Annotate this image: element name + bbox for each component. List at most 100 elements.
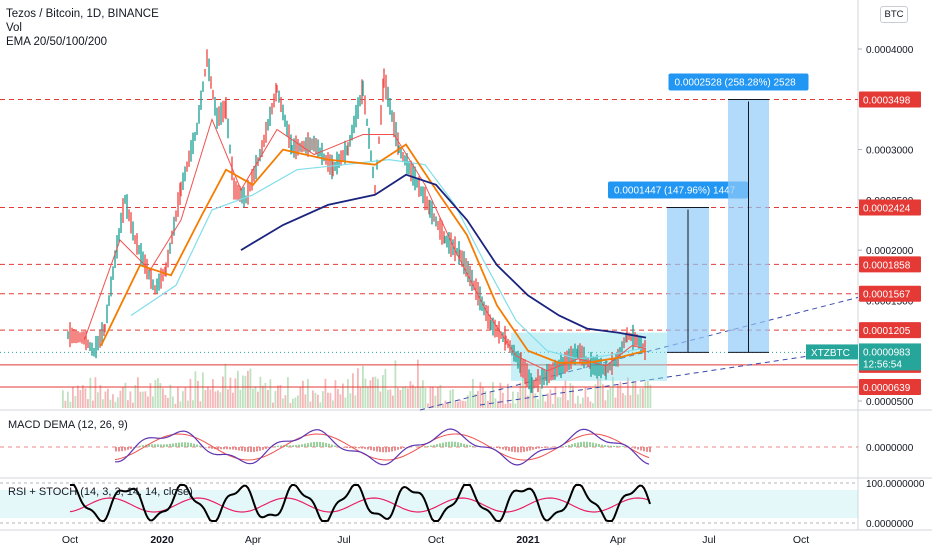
measurement-label: 0.0001447 (147.96%) 1447 [614, 186, 736, 197]
volume-bar [64, 400, 67, 408]
macd-histogram-bar [529, 447, 531, 451]
macd-histogram-bar [445, 442, 447, 447]
macd-histogram-bar [127, 447, 129, 450]
macd-histogram-bar [451, 441, 453, 447]
volume-bar [319, 402, 322, 408]
price-level-label: 0.0002424 [863, 204, 911, 215]
volume-bar [129, 391, 132, 408]
volume-bar [309, 401, 312, 408]
price-level-label: 0.0001567 [863, 290, 911, 301]
volume-bar [217, 390, 219, 408]
volume-bar [337, 388, 339, 408]
volume-bar [199, 401, 202, 408]
macd-histogram-bar [436, 444, 438, 447]
macd-histogram-bar [565, 445, 567, 447]
macd-histogram-bar [433, 444, 435, 447]
macd-histogram-bar [232, 447, 234, 450]
macd-histogram-bar [493, 447, 495, 448]
macd-histogram-bar [235, 447, 237, 450]
rsi-label[interactable]: RSI + STOCH (14, 3, 3, 14, 14, close) [8, 486, 193, 498]
volume-bar [359, 387, 362, 408]
countdown-label: 12:56:54 [863, 359, 902, 370]
volume-bar [287, 377, 289, 408]
volume-bar [289, 403, 292, 408]
volume-bar [72, 387, 74, 408]
macd-histogram-bar [247, 447, 249, 452]
volume-bar [272, 402, 274, 408]
macd-histogram-bar [190, 442, 192, 447]
macd-histogram-bar [238, 447, 240, 451]
macd-histogram-bar [616, 445, 618, 447]
macd-histogram-bar [121, 447, 123, 452]
volume-bar [87, 399, 89, 408]
macd-histogram-bar [289, 445, 291, 447]
volume-bar [409, 381, 412, 408]
macd-histogram-bar [226, 447, 228, 450]
macd-histogram-bar [298, 444, 300, 447]
volume-bar [602, 384, 604, 408]
macd-histogram-bar [499, 447, 501, 449]
macd-histogram-bar [649, 447, 651, 453]
volume-bar [494, 398, 497, 408]
macd-histogram-bar [286, 445, 288, 447]
volume-bar [622, 393, 624, 408]
macd-histogram-bar [334, 445, 336, 447]
volume-bar [367, 386, 369, 408]
volume-bar [107, 388, 109, 408]
volume-bar [229, 377, 232, 408]
currency-badge[interactable]: BTC [880, 6, 908, 23]
volume-bar [479, 382, 482, 408]
volume-bar [377, 378, 379, 408]
macd-histogram-bar [403, 447, 405, 449]
x-tick-label: 2020 [150, 534, 174, 546]
macd-histogram-bar [229, 447, 231, 450]
volume-bar [247, 370, 249, 408]
macd-histogram-bar [526, 447, 528, 452]
volume-bar [234, 378, 237, 408]
macd-histogram-bar [457, 442, 459, 447]
volume-bar [132, 402, 134, 408]
volume-bar [267, 389, 269, 408]
volume-bar [597, 377, 599, 408]
volume-bar [427, 403, 429, 408]
volume-bar [414, 386, 417, 408]
volume-bar [384, 369, 387, 408]
volume-bar [152, 396, 154, 408]
macd-histogram-bar [454, 441, 456, 447]
macd-histogram-bar [571, 444, 573, 447]
macd-histogram-bar [292, 445, 294, 447]
volume-bar [219, 392, 222, 408]
macd-histogram-bar [547, 447, 549, 448]
symbol-title[interactable]: Tezos / Bitcoin, 1D, BINANCE [6, 7, 159, 21]
price-chart[interactable]: 0.00040000.00030000.00025000.00020000.00… [0, 0, 932, 550]
volume-bar [232, 392, 234, 408]
macd-label[interactable]: MACD DEMA (12, 26, 9) [8, 419, 128, 431]
macd-histogram-bar [394, 447, 396, 451]
macd-histogram-bar [622, 446, 624, 447]
macd-histogram-bar [118, 447, 120, 452]
volume-bar [609, 387, 612, 408]
volume-bar [647, 380, 649, 408]
volume-bar [344, 397, 347, 408]
volume-bar [112, 394, 114, 408]
macd-histogram-bar [349, 447, 351, 449]
volume-bar [624, 395, 627, 408]
x-tick-label: Apr [610, 534, 627, 546]
macd-histogram-bar [643, 447, 645, 452]
macd-histogram-bar [523, 447, 525, 452]
volume-bar [502, 392, 504, 408]
macd-histogram-bar [391, 447, 393, 452]
volume-bar [117, 397, 119, 408]
volume-bar [492, 382, 494, 408]
volume-bar [339, 394, 342, 408]
macd-histogram-bar [586, 441, 588, 447]
volume-bar [577, 395, 579, 408]
macd-histogram-bar [607, 445, 609, 447]
volume-bar [512, 391, 514, 408]
volume-bar [89, 377, 92, 408]
ema-label[interactable]: EMA 20/50/100/200 [6, 35, 159, 49]
macd-histogram-bar [595, 443, 597, 447]
macd-histogram-bar [346, 447, 348, 448]
macd-histogram-bar [580, 441, 582, 447]
volume-label[interactable]: Vol [6, 21, 159, 35]
